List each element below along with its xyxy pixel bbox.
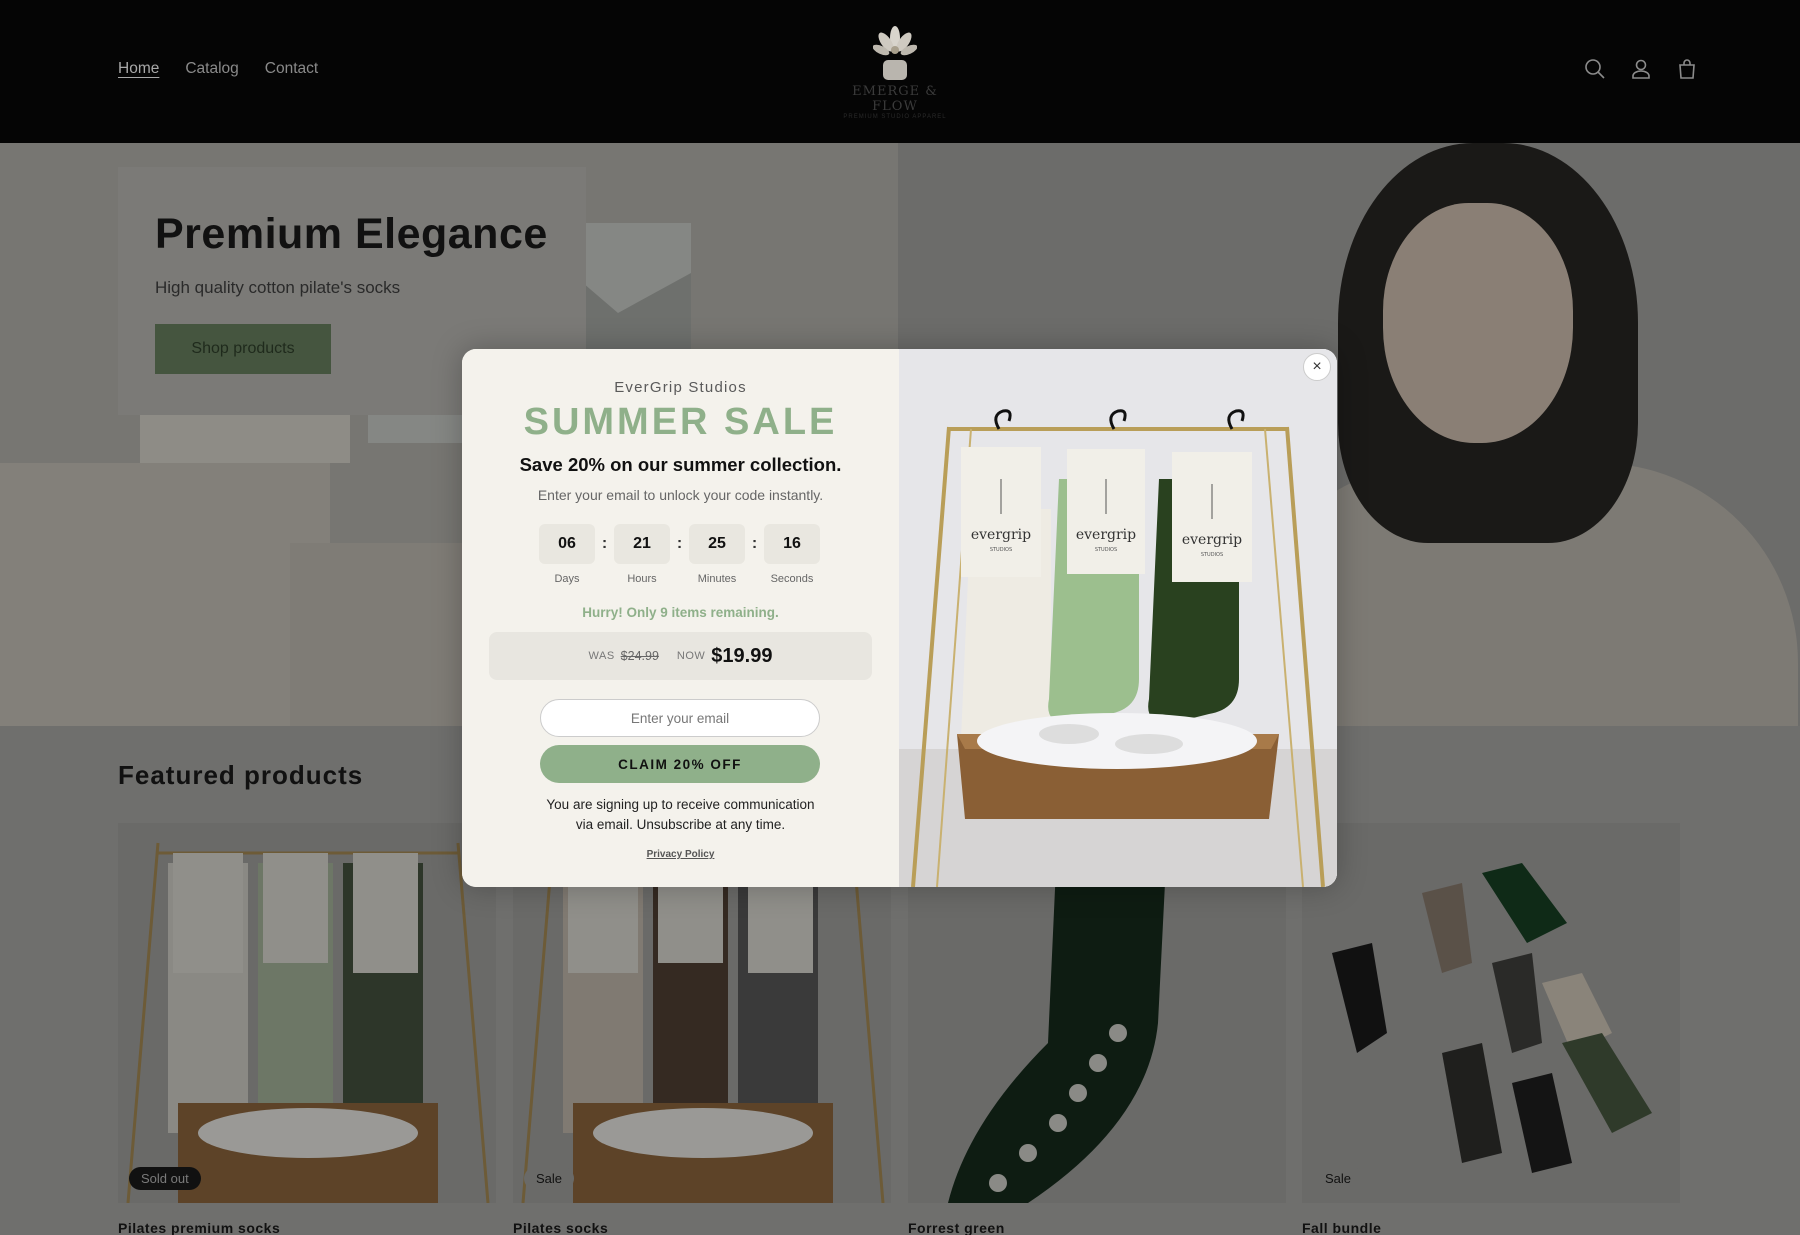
status-badge: Sale [524, 1167, 575, 1190]
status-badge: Sold out [129, 1167, 201, 1190]
tag-label-2: evergrip [1076, 527, 1136, 543]
shop-products-button[interactable]: Shop products [155, 324, 331, 374]
hero-title: Premium Elegance [155, 210, 548, 258]
stock-urgency-text: Hurry! Only 9 items remaining. [582, 605, 779, 620]
product-card[interactable]: Sale [1302, 823, 1680, 1203]
status-badge: Sale [1313, 1167, 1364, 1190]
privacy-policy-link[interactable]: Privacy Policy [462, 849, 899, 860]
timer-days: 06 Days [539, 524, 595, 585]
was-price: $24.99 [620, 649, 659, 663]
nav-contact-link[interactable]: Contact [265, 60, 318, 78]
consent-text: You are signing up to receive communicat… [546, 797, 815, 832]
timer-value: 16 [764, 524, 820, 564]
popup-brand: EverGrip Studios [614, 379, 747, 396]
product-card[interactable]: Sold out [118, 823, 496, 1203]
countdown-timer: 06 Days : 21 Hours : 25 Minutes : 16 Sec… [539, 524, 820, 585]
logo-tagline: PREMIUM STUDIO APPAREL [843, 114, 947, 120]
timer-separator: : [751, 535, 758, 552]
timer-separator: : [676, 535, 683, 552]
timer-seconds: 16 Seconds [764, 524, 820, 585]
product-name[interactable]: Forrest green [908, 1220, 1005, 1235]
now-price: $19.99 [711, 644, 773, 667]
popup-headline: Save 20% on our summer collection. [519, 454, 842, 475]
featured-products-heading: Featured products [118, 760, 364, 790]
header-icons [1584, 58, 1698, 80]
product-image[interactable] [118, 823, 496, 1203]
tag-label-3: evergrip [1182, 532, 1242, 548]
account-icon[interactable] [1630, 58, 1652, 80]
claim-discount-button[interactable]: CLAIM 20% OFF [540, 745, 820, 783]
timer-label: Seconds [770, 573, 814, 585]
close-popup-button[interactable]: × [1303, 353, 1331, 381]
nav-catalog-link[interactable]: Catalog [185, 60, 238, 78]
tag-label-1: evergrip [971, 527, 1031, 543]
timer-separator: : [601, 535, 608, 552]
was-label: WAS [588, 650, 615, 662]
timer-label: Minutes [697, 573, 737, 585]
timer-label: Days [554, 573, 580, 585]
timer-minutes: 25 Minutes [689, 524, 745, 585]
timer-value: 25 [689, 524, 745, 564]
now-label: NOW [676, 650, 706, 662]
site-header: Home Catalog Contact EMERGE & FLOW PREMI… [0, 0, 1800, 143]
timer-hours: 21 Hours [614, 524, 670, 585]
cart-icon[interactable] [1676, 58, 1698, 80]
tag-sublabel-2: STUDIOS [1095, 547, 1117, 553]
lotus-logo-icon [872, 22, 918, 82]
timer-value: 21 [614, 524, 670, 564]
tag-sublabel-3: STUDIOS [1201, 552, 1223, 558]
logo-brand-name: EMERGE & FLOW [852, 84, 938, 114]
product-image[interactable] [1302, 823, 1680, 1203]
timer-label: Hours [627, 573, 657, 585]
site-logo[interactable]: EMERGE & FLOW PREMIUM STUDIO APPAREL [830, 22, 960, 122]
popup-subtext: Enter your email to unlock your code ins… [537, 487, 824, 503]
model-face [1383, 203, 1573, 443]
search-icon[interactable] [1584, 58, 1606, 80]
price-comparison: WAS $24.99 NOW $19.99 [489, 632, 872, 680]
email-input[interactable]: Enter your email [540, 699, 820, 737]
towel-photo [0, 463, 330, 726]
tag-sublabel-1: STUDIOS [990, 547, 1012, 553]
popup-product-image: evergrip evergrip evergrip STUDIOS STUDI… [899, 349, 1337, 887]
summer-sale-popup: EverGrip Studios SUMMER SALE Save 20% on… [462, 349, 1337, 887]
popup-title: SUMMER SALE [523, 401, 838, 443]
timer-value: 06 [539, 524, 595, 564]
popup-content: EverGrip Studios SUMMER SALE Save 20% on… [462, 349, 899, 887]
product-name[interactable]: Pilates socks [513, 1220, 608, 1235]
product-name[interactable]: Fall bundle [1302, 1220, 1381, 1235]
nav-home-link[interactable]: Home [118, 60, 159, 78]
hero-subtitle: High quality cotton pilate's socks [155, 278, 401, 297]
product-name[interactable]: Pilates premium socks [118, 1220, 280, 1235]
main-nav: Home Catalog Contact [118, 60, 318, 78]
